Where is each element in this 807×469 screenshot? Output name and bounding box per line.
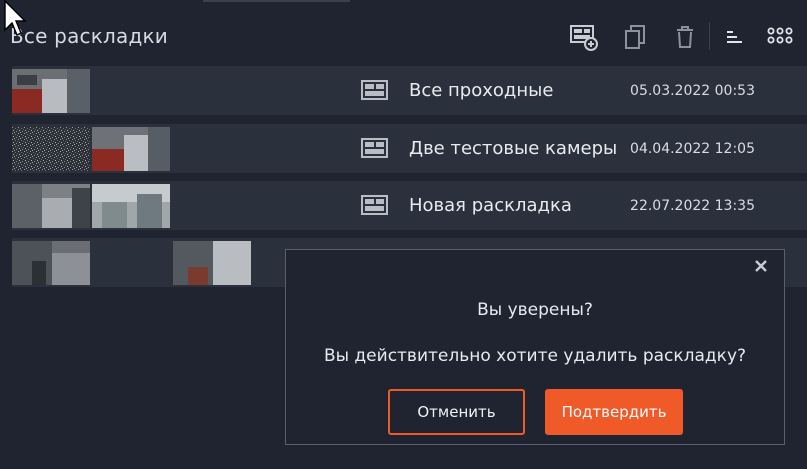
layout-date: 05.03.2022 00:53: [630, 83, 755, 99]
camera-thumbnail: [12, 69, 90, 113]
grid-view-icon: [765, 25, 795, 49]
toolbar: Все раскладки: [0, 0, 807, 62]
layout-grid-icon: [361, 138, 388, 158]
mouse-pointer-icon: [3, 0, 27, 42]
add-layout-icon: [569, 23, 599, 51]
camera-thumbnail: [12, 241, 90, 285]
layout-row[interactable]: Новая раскладка 22.07.2022 13:35: [12, 181, 807, 230]
layout-name: Новая раскладка: [409, 195, 572, 216]
layout-name: Две тестовые камеры: [409, 138, 618, 159]
camera-thumbnail: [173, 241, 251, 285]
layout-date: 22.07.2022 13:35: [630, 198, 755, 214]
layout-grid-icon: [361, 195, 388, 215]
copy-icon: [622, 23, 648, 51]
page-title: Все раскладки: [10, 24, 168, 48]
close-button[interactable]: [752, 258, 770, 276]
close-icon: [754, 258, 768, 277]
copy-button[interactable]: [620, 22, 650, 52]
camera-thumbnail: [92, 184, 170, 228]
camera-thumbnail-noise: [12, 127, 90, 171]
dialog-title: Вы уверены?: [477, 300, 593, 320]
confirm-delete-dialog: Вы уверены? Вы действительно хотите удал…: [285, 249, 785, 445]
confirm-button[interactable]: Подтвердить: [545, 389, 683, 435]
layout-row[interactable]: Две тестовые камеры 04.04.2022 12:05: [12, 124, 807, 173]
layout-grid-icon: [361, 80, 388, 100]
window-top-strip: [203, 0, 350, 2]
sort-button[interactable]: [719, 22, 749, 52]
grid-view-button[interactable]: [765, 22, 795, 52]
layout-row[interactable]: Все проходные 05.03.2022 00:53: [12, 66, 807, 115]
camera-thumbnail: [12, 184, 90, 228]
delete-button[interactable]: [670, 22, 700, 52]
camera-thumbnail: [92, 127, 170, 171]
layout-date: 04.04.2022 12:05: [630, 141, 755, 157]
sort-icon: [722, 25, 746, 49]
dialog-message: Вы действительно хотите удалить раскладк…: [323, 346, 747, 366]
add-layout-button[interactable]: [569, 22, 599, 52]
trash-icon: [672, 23, 698, 51]
cancel-button[interactable]: Отменить: [388, 389, 525, 435]
layout-name: Все проходные: [409, 80, 554, 101]
toolbar-divider: [709, 22, 710, 50]
